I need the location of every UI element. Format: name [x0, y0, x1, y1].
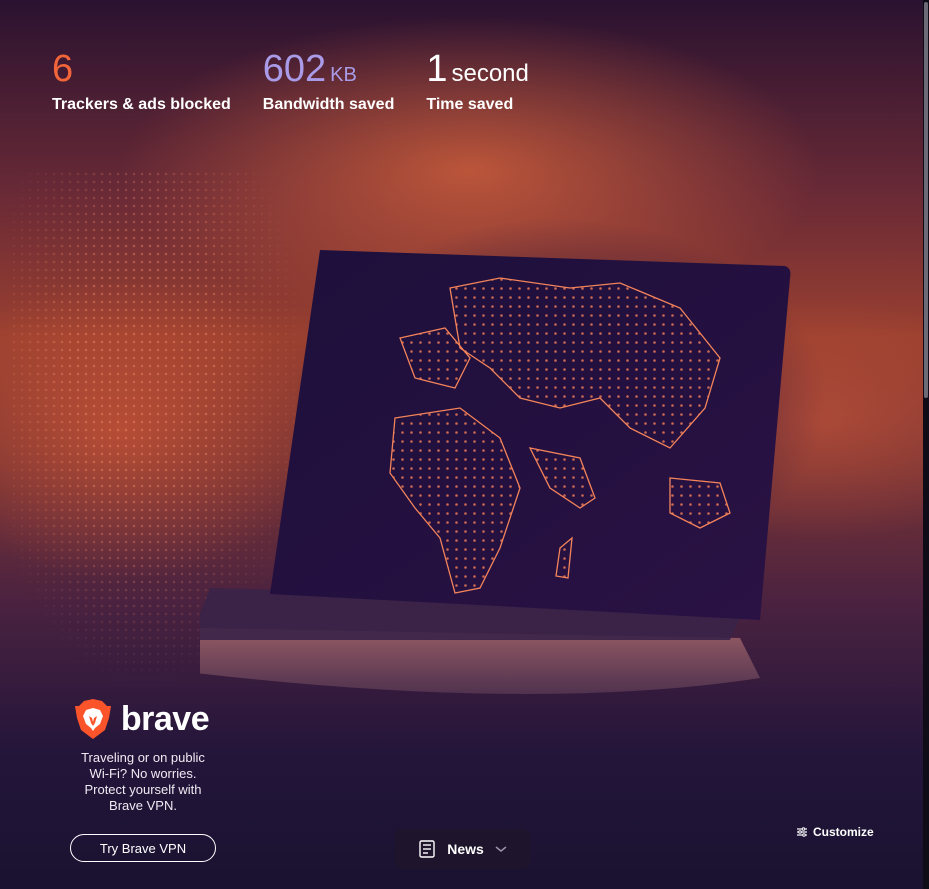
trackers-label: Trackers & ads blocked [52, 96, 231, 113]
stat-bandwidth: 602 KB Bandwidth saved [263, 48, 395, 114]
scrollbar-track[interactable] [923, 0, 929, 889]
brave-logo: brave [66, 698, 216, 740]
brand-name: brave [120, 699, 210, 738]
stat-value: 602 KB [263, 48, 395, 90]
news-label: News [447, 841, 484, 857]
trackers-count: 6 [52, 48, 74, 90]
newspaper-icon [419, 840, 435, 858]
time-label: Time saved [426, 96, 514, 113]
customize-button[interactable]: Customize [796, 825, 874, 839]
brave-lion-icon [74, 699, 111, 739]
chevron-down-icon [495, 846, 507, 852]
stat-value: 6 [52, 48, 231, 90]
sliders-icon [797, 827, 807, 837]
promo-text: Traveling or on public Wi-Fi? No worries… [81, 750, 205, 813]
laptop-map-illustration [200, 250, 791, 694]
time-count: 1 [426, 48, 448, 90]
stat-value: 1 second [426, 48, 529, 90]
scrollbar-thumb[interactable] [924, 2, 928, 398]
bandwidth-label: Bandwidth saved [262, 96, 395, 113]
stat-time: 1 second Time saved [426, 48, 529, 114]
stat-trackers: 6 Trackers & ads blocked [52, 48, 231, 114]
bandwidth-count: 602 [262, 48, 327, 90]
vpn-promo: brave Traveling or on public Wi-Fi? No w… [70, 698, 216, 862]
customize-label: Customize [813, 825, 874, 839]
try-vpn-button[interactable]: Try Brave VPN [70, 834, 216, 862]
time-unit: second [451, 60, 529, 87]
stats-bar: 6 Trackers & ads blocked 602 KB Bandwidt… [52, 48, 561, 114]
news-button[interactable]: News [395, 829, 530, 869]
bandwidth-unit: KB [330, 64, 357, 86]
